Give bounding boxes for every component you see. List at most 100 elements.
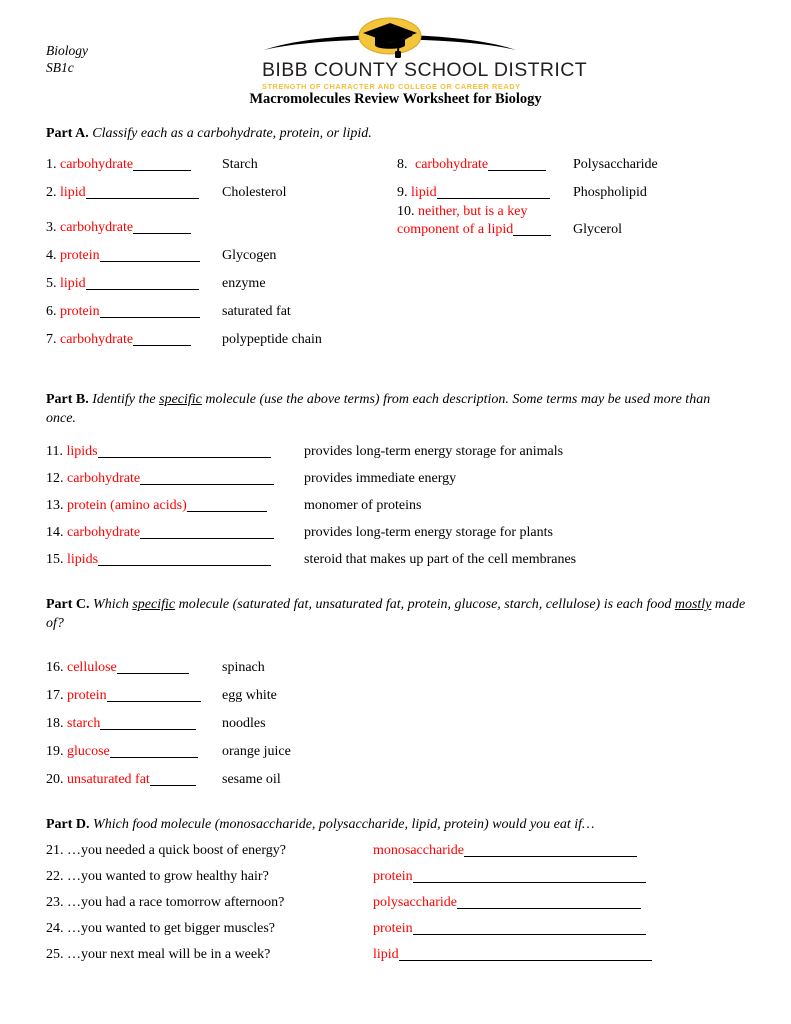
answer-blank[interactable] [109,744,198,758]
item-number: 19. [46,744,64,759]
item-number: 20. [46,772,64,787]
answer-text[interactable]: lipid [373,946,399,963]
list-item: 15. lipids [46,551,272,568]
item-number: 18. [46,716,64,731]
term-text: spinach [222,660,265,675]
list-item: 19. glucose [46,743,198,760]
answer-blank[interactable] [186,498,267,512]
term-text: noodles [222,716,266,731]
answer-blank[interactable] [100,716,197,730]
list-item-continued: component of a lipid [397,221,552,238]
answer-text[interactable]: carbohydrate [415,156,488,173]
item-number: 17. [46,688,64,703]
part-c-instruction-2: molecule (saturated fat, unsaturated fat… [175,597,675,612]
question-text: …your next meal will be in a week? [67,947,271,962]
answer-blank[interactable] [85,276,199,290]
term-text: sesame oil [222,772,281,787]
list-item: 10. neither, but is a key [397,203,527,220]
answer-blank[interactable] [140,525,275,539]
item-number: 23. [46,895,64,910]
answer-blank[interactable] [133,332,192,346]
answer-blank[interactable] [133,220,192,234]
answer-text[interactable]: lipids [67,551,98,568]
term-text: polypeptide chain [222,332,322,347]
answer-text[interactable]: protein [373,868,413,885]
answer-blank[interactable] [97,444,271,458]
list-item: 5. lipid [46,275,199,292]
answer-text[interactable]: lipid [60,184,86,201]
answer-blank[interactable] [513,222,552,236]
answer-text[interactable]: unsaturated fat [67,771,150,788]
answer-text[interactable]: starch [67,715,100,732]
answer-text[interactable]: monosaccharide [373,842,464,859]
answer-text[interactable]: carbohydrate [67,470,140,487]
answer-blank[interactable] [98,552,272,566]
list-item: 3. carbohydrate [46,219,192,236]
answer-text[interactable]: carbohydrate [60,219,133,236]
list-item: 22. …you wanted to grow healthy hair? [46,868,269,885]
item-number: 3. [46,220,57,235]
answer-blank[interactable] [140,471,275,485]
answer-text[interactable]: protein [67,687,107,704]
answer-text[interactable]: neither, but is a key [418,203,527,220]
answer-text[interactable]: carbohydrate [60,331,133,348]
answer-blank[interactable] [99,304,200,318]
part-c-instruction-1: Which [93,597,133,612]
item-number: 9. [397,185,408,200]
list-item: 14. carbohydrate [46,524,275,541]
answer-blank[interactable] [106,688,201,702]
term-text: enzyme [222,276,266,291]
answer-text[interactable]: carbohydrate [67,524,140,541]
answer-text[interactable]: polysaccharide [373,894,457,911]
list-item: 6. protein [46,303,200,320]
answer-text[interactable]: cellulose [67,659,117,676]
district-name: BIBB COUNTY SCHOOL DISTRICT [262,59,588,81]
answer-blank[interactable] [412,869,646,883]
answer-text[interactable]: lipid [60,275,86,292]
list-item: 12. carbohydrate [46,470,275,487]
answer-blank[interactable] [85,185,199,199]
list-item: 20. unsaturated fat [46,771,196,788]
list-item: 4. protein [46,247,200,264]
answer-blank[interactable] [133,157,192,171]
list-item: 25. …your next meal will be in a week? [46,946,270,963]
description-text: provides long-term energy storage for pl… [304,525,553,540]
list-item: 24. …you wanted to get bigger muscles? [46,920,275,937]
answer-cell: monosaccharide [373,842,637,859]
part-c-instruction-emphasis-2: mostly [674,597,712,612]
list-item: 16. cellulose [46,659,189,676]
item-number: 2. [46,185,57,200]
answer-blank[interactable] [488,157,547,171]
part-c-label: Part C. [46,597,90,612]
item-number: 13. [46,498,64,513]
answer-cell: protein [373,920,646,937]
part-b-instruction-emphasis: specific [159,392,202,407]
item-number: 25. [46,947,64,962]
answer-blank[interactable] [149,772,196,786]
list-item: 17. protein [46,687,201,704]
part-c-instruction-emphasis-1: specific [132,597,176,612]
answer-text[interactable]: lipid [411,184,437,201]
answer-text[interactable]: component of a lipid [397,221,513,238]
answer-text[interactable]: protein [60,247,100,264]
answer-blank[interactable] [412,921,646,935]
part-d-label: Part D. [46,817,90,832]
answer-blank[interactable] [99,248,200,262]
answer-text[interactable]: carbohydrate [60,156,133,173]
question-text: …you had a race tomorrow afternoon? [67,895,285,910]
answer-blank[interactable] [436,185,550,199]
description-text: provides long-term energy storage for an… [304,444,564,459]
item-number: 10. [397,204,415,219]
answer-text[interactable]: protein [373,920,413,937]
answer-text[interactable]: protein (amino acids) [67,497,187,514]
item-number: 24. [46,921,64,936]
answer-cell: protein [373,868,646,885]
answer-blank[interactable] [463,843,637,857]
answer-blank[interactable] [398,947,652,961]
answer-text[interactable]: lipids [66,443,97,460]
part-d-heading: Part D. Which food molecule (monosacchar… [46,816,746,835]
answer-blank[interactable] [456,895,641,909]
answer-blank[interactable] [116,660,189,674]
answer-text[interactable]: glucose [67,743,110,760]
answer-text[interactable]: protein [60,303,100,320]
